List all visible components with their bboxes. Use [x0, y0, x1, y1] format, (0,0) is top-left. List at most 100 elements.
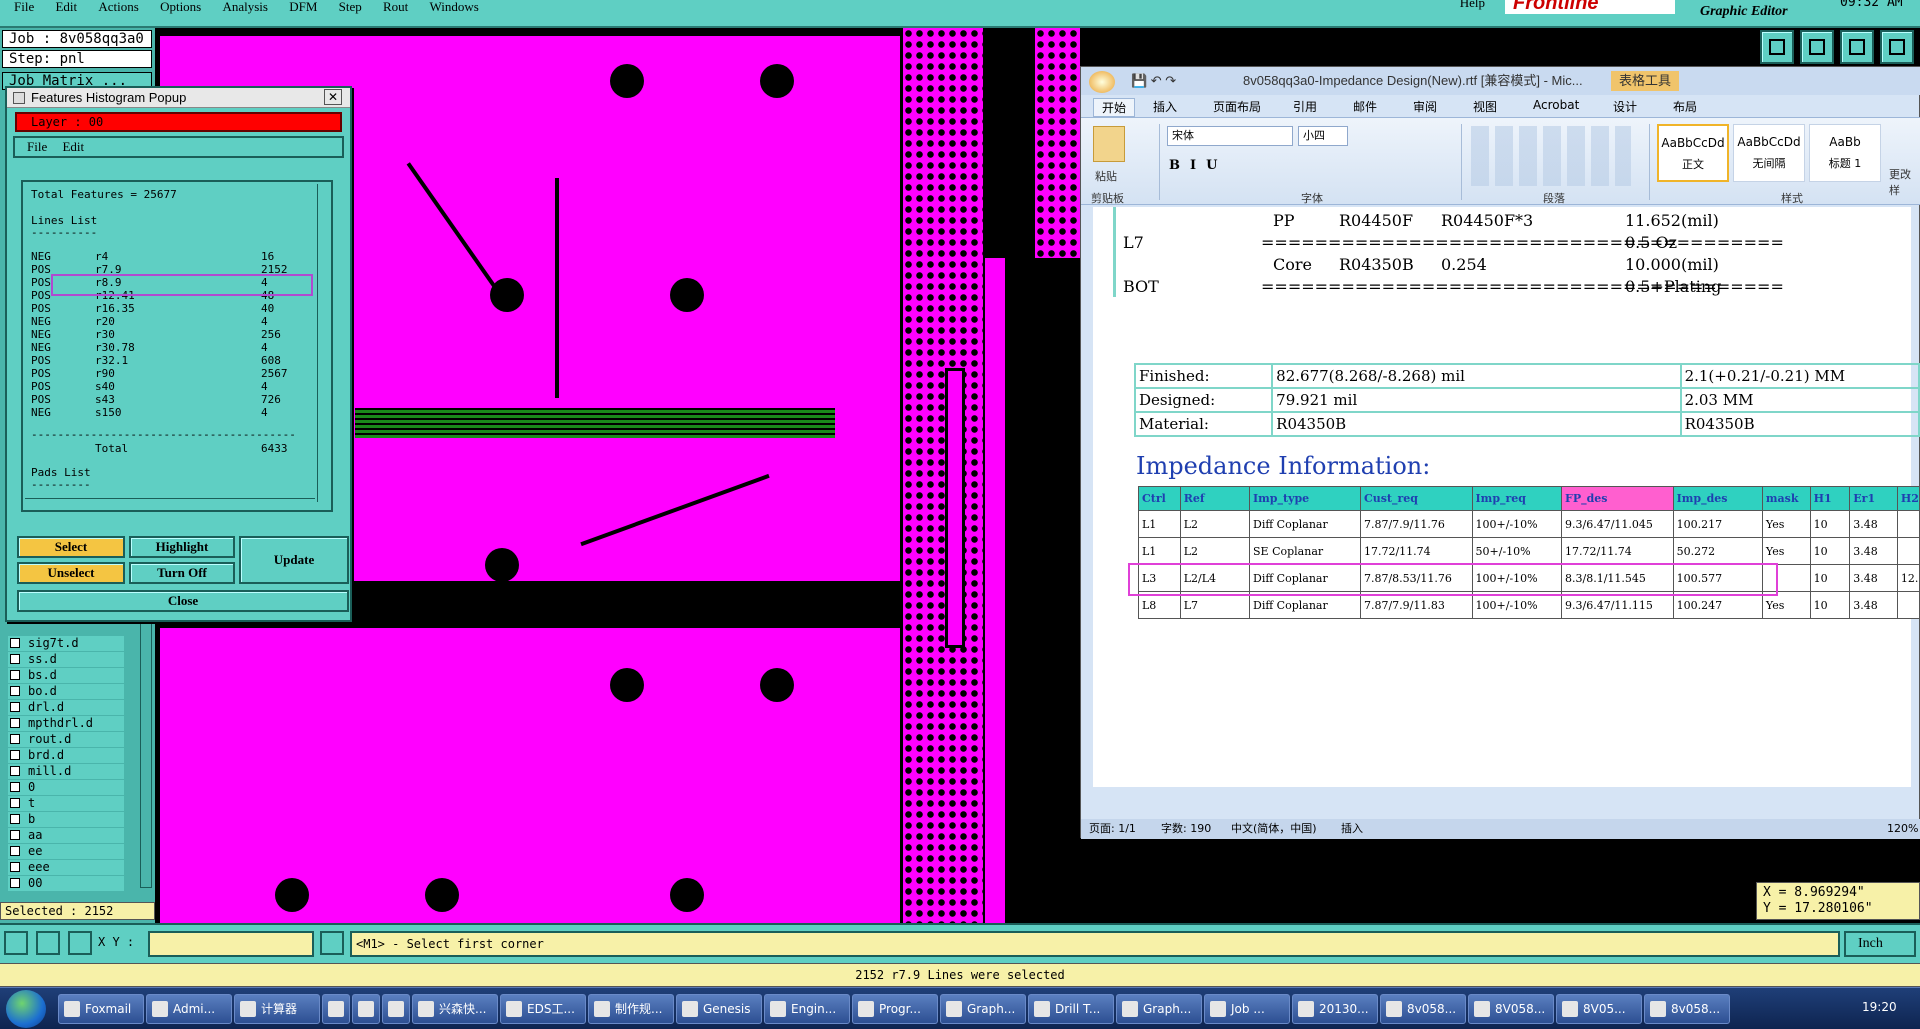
layer-checkbox[interactable] — [10, 702, 20, 712]
home-icon[interactable] — [1840, 30, 1874, 64]
font-format-icons[interactable]: BIU — [1169, 158, 1227, 173]
ribbon-tab[interactable]: 审阅 — [1413, 98, 1437, 115]
layer-checkbox[interactable] — [10, 846, 20, 856]
taskbar-item[interactable]: Foxmail — [58, 994, 144, 1024]
histogram-row[interactable]: POS r16.35 40 — [31, 302, 274, 315]
xy-input[interactable] — [148, 931, 314, 957]
taskbar-item[interactable]: 8V058... — [1468, 994, 1554, 1024]
taskbar-item[interactable]: Admi... — [146, 994, 232, 1024]
menu-actions[interactable]: Actions — [98, 0, 138, 13]
layer-checkbox[interactable] — [10, 766, 20, 776]
font-size-select[interactable]: 小四 — [1298, 126, 1348, 146]
close-icon[interactable]: ✕ — [324, 89, 342, 105]
list-vertical-scrollbar[interactable] — [317, 184, 329, 502]
taskbar-item[interactable]: Graph... — [1116, 994, 1202, 1024]
menu-rout[interactable]: Rout — [383, 0, 408, 13]
taskbar-item[interactable]: 20130... — [1292, 994, 1378, 1024]
layer-checkbox[interactable] — [10, 686, 20, 696]
start-button[interactable] — [6, 990, 46, 1028]
ribbon-tab[interactable]: Acrobat — [1533, 98, 1579, 112]
word-titlebar[interactable]: 💾 ↶ ↷ 8v058qq3a0-Impedance Design(New).r… — [1081, 67, 1920, 95]
menu-analysis[interactable]: Analysis — [222, 0, 268, 13]
taskbar-item[interactable]: 兴森快... — [412, 994, 498, 1024]
export-icon[interactable] — [1760, 30, 1794, 64]
menu-options[interactable]: Options — [160, 0, 201, 13]
ribbon-tab[interactable]: 视图 — [1473, 98, 1497, 115]
histogram-row[interactable]: POS s40 4 — [31, 380, 268, 393]
layer-row[interactable]: b — [8, 812, 124, 827]
ribbon-tab[interactable]: 开始 — [1093, 98, 1136, 117]
list-horizontal-scrollbar[interactable] — [25, 498, 315, 508]
layer-checkbox[interactable] — [10, 830, 20, 840]
ribbon-tab[interactable]: 引用 — [1293, 98, 1317, 115]
taskbar-item[interactable] — [322, 994, 350, 1024]
layer-row[interactable]: mill.d — [8, 764, 124, 779]
popup-menu-edit[interactable]: Edit — [62, 139, 84, 154]
style-0[interactable]: AaBbCcDd 正文 — [1657, 124, 1729, 182]
layer-row[interactable]: t — [8, 796, 124, 811]
layer-checkbox[interactable] — [10, 654, 20, 664]
table-tools-tab[interactable]: 表格工具 — [1611, 71, 1680, 91]
paste-icon[interactable] — [1093, 126, 1125, 162]
layer-row[interactable]: bo.d — [8, 684, 124, 699]
histogram-row[interactable]: NEG r20 4 — [31, 315, 268, 328]
popup-menu-file[interactable]: File — [27, 139, 47, 154]
ribbon-tab[interactable]: 邮件 — [1353, 98, 1377, 115]
highlight-button[interactable]: Highlight — [129, 536, 235, 558]
layer-row[interactable]: aa — [8, 828, 124, 843]
menu-help[interactable]: Help — [1460, 0, 1485, 9]
taskbar-item[interactable]: Engin... — [764, 994, 850, 1024]
taskbar-item[interactable]: 计算器 — [234, 994, 320, 1024]
taskbar-item[interactable] — [352, 994, 380, 1024]
histogram-row[interactable]: NEG r30 256 — [31, 328, 281, 341]
change-styles-button[interactable]: 更改样 — [1889, 166, 1920, 198]
taskbar-item[interactable]: 8v058... — [1644, 994, 1730, 1024]
status-zoom[interactable]: 120% — [1887, 819, 1918, 839]
histogram-row[interactable]: POS r90 2567 — [31, 367, 288, 380]
ribbon-tab[interactable]: 设计 — [1613, 98, 1637, 115]
histogram-row[interactable]: POS r8.9 4 — [31, 276, 268, 289]
layer-row[interactable]: 0 — [8, 780, 124, 795]
close-button[interactable]: Close — [17, 590, 349, 612]
taskbar-item[interactable]: 8V05... — [1556, 994, 1642, 1024]
layer-row[interactable]: brd.d — [8, 748, 124, 763]
histogram-row[interactable]: POS r7.9 2152 — [31, 263, 288, 276]
taskbar-item[interactable]: Progr... — [852, 994, 938, 1024]
taskbar-item[interactable]: EDS工... — [500, 994, 586, 1024]
unselect-button[interactable]: Unselect — [17, 562, 125, 584]
taskbar-item[interactable]: Job ... — [1204, 994, 1290, 1024]
taskbar-item[interactable]: 8v058... — [1380, 994, 1466, 1024]
histogram-row[interactable]: NEG r4 16 — [31, 250, 274, 263]
menu-edit[interactable]: Edit — [55, 0, 77, 13]
layer-row[interactable]: ee — [8, 844, 124, 859]
histogram-list[interactable]: Total Features = 25677 Lines List ------… — [21, 180, 333, 512]
taskbar-item[interactable]: Graph... — [940, 994, 1026, 1024]
layer-row[interactable]: bs.d — [8, 668, 124, 683]
menu-dfm[interactable]: DFM — [289, 0, 317, 13]
style-1[interactable]: AaBbCcDd 无间隔 — [1733, 124, 1805, 182]
style-2[interactable]: AaBb 标题 1 — [1809, 124, 1881, 182]
layer-row[interactable]: 00 — [8, 876, 124, 891]
layer-row[interactable]: sig7t.d — [8, 636, 124, 651]
layer-row[interactable]: ss.d — [8, 652, 124, 667]
popup-titlebar[interactable]: Features Histogram Popup ✕ — [7, 88, 350, 108]
impedance-row[interactable]: L1 L2 SE Coplanar 17.72/11.74 50+/-10% 17.72/… — [1138, 537, 1920, 565]
quick-access-icons[interactable]: 💾 ↶ ↷ — [1131, 67, 1176, 95]
office-button-icon[interactable] — [1089, 71, 1115, 93]
unit-select[interactable]: Inch — [1844, 931, 1916, 957]
menu-step[interactable]: Step — [339, 0, 362, 13]
layer-checkbox[interactable] — [10, 782, 20, 792]
ribbon-tab[interactable]: 页面布局 — [1213, 98, 1261, 115]
grid-icon[interactable] — [68, 931, 92, 955]
layer-row[interactable]: rout.d — [8, 732, 124, 747]
layer-checkbox[interactable] — [10, 638, 20, 648]
paste-label[interactable]: 粘贴 — [1095, 168, 1117, 184]
layer-row[interactable]: drl.d — [8, 700, 124, 715]
paragraph-icons[interactable] — [1471, 126, 1631, 186]
layer-checkbox[interactable] — [10, 750, 20, 760]
taskbar-item[interactable] — [382, 994, 410, 1024]
layer-checkbox[interactable] — [10, 670, 20, 680]
ribbon-tab[interactable]: 插入 — [1153, 98, 1177, 115]
cursor-mode-icon[interactable] — [320, 931, 344, 955]
turn-off-button[interactable]: Turn Off — [129, 562, 235, 584]
